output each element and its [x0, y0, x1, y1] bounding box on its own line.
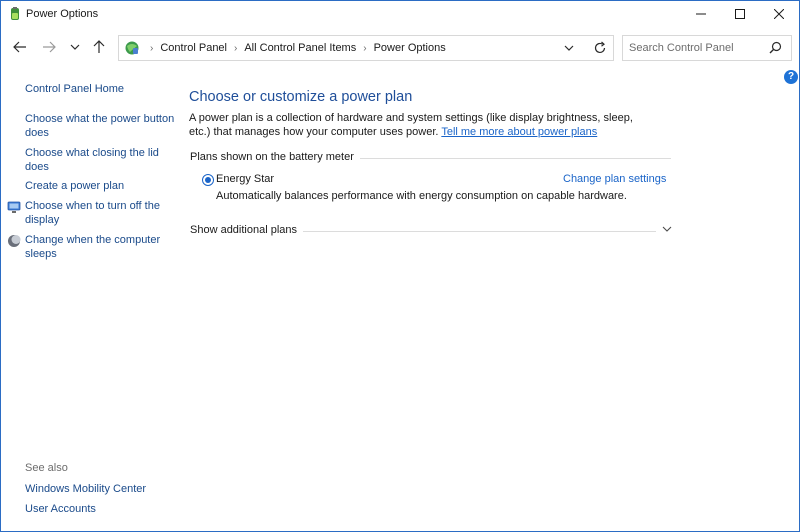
arrow-right-icon [43, 41, 56, 53]
page-title: Choose or customize a power plan [189, 89, 413, 105]
breadcrumb-separator-icon[interactable]: › [363, 43, 366, 54]
address-bar[interactable]: › Control Panel › All Control Panel Item… [118, 35, 614, 61]
power-options-icon [11, 7, 19, 20]
plan-description: Automatically balances performance with … [216, 190, 627, 202]
computer-sleeps-link[interactable]: Change when the computer sleeps [25, 234, 175, 261]
create-power-plan-link[interactable]: Create a power plan [25, 180, 175, 194]
breadcrumb-all-items[interactable]: All Control Panel Items [244, 42, 356, 54]
help-icon[interactable]: ? [784, 70, 798, 84]
minimize-button[interactable] [683, 1, 718, 27]
user-accounts-link[interactable]: User Accounts [25, 503, 96, 517]
arrow-up-icon [93, 40, 105, 53]
plans-group-header: Plans shown on the battery meter [190, 151, 671, 165]
forward-button[interactable] [38, 36, 60, 58]
back-button[interactable] [9, 36, 31, 58]
page-description: A power plan is a collection of hardware… [189, 111, 649, 139]
mobility-center-link[interactable]: Windows Mobility Center [25, 483, 146, 497]
search-icon[interactable] [769, 41, 782, 54]
maximize-icon [734, 9, 745, 19]
close-button[interactable] [761, 1, 796, 27]
power-options-window: Power Options › Control Panel › All Cont… [0, 0, 800, 532]
see-also-heading: See also [25, 462, 68, 474]
additional-plans-label[interactable]: Show additional plans [190, 224, 304, 236]
chevron-down-icon [70, 44, 80, 50]
minimize-icon [695, 13, 706, 15]
breadcrumb: › Control Panel › All Control Panel Item… [143, 42, 446, 54]
sleep-moon-icon [8, 235, 21, 247]
learn-more-link[interactable]: Tell me more about power plans [441, 126, 597, 138]
left-pane: Control Panel Home Choose what the power… [1, 67, 179, 531]
closing-lid-link[interactable]: Choose what closing the lid does [25, 147, 175, 174]
plan-name[interactable]: Energy Star [216, 173, 274, 185]
power-button-link[interactable]: Choose what the power button does [25, 113, 175, 140]
change-plan-settings-link[interactable]: Change plan settings [563, 173, 666, 185]
breadcrumb-separator-icon: › [150, 42, 154, 54]
search-box[interactable] [622, 35, 792, 61]
arrow-left-icon [13, 41, 26, 53]
recent-locations-button[interactable] [64, 36, 86, 58]
chevron-down-icon[interactable] [662, 226, 672, 232]
refresh-icon[interactable] [593, 41, 607, 55]
plans-group-label: Plans shown on the battery meter [190, 151, 360, 163]
turn-off-display-link[interactable]: Choose when to turn off the display [25, 200, 175, 227]
title-bar: Power Options [1, 1, 799, 27]
window-title: Power Options [26, 8, 99, 20]
breadcrumb-separator-icon[interactable]: › [234, 43, 237, 54]
show-additional-plans-toggle[interactable]: Show additional plans [190, 224, 673, 238]
breadcrumb-control-panel[interactable]: Control Panel [160, 42, 227, 54]
control-panel-home-link[interactable]: Control Panel Home [25, 83, 124, 97]
maximize-button[interactable] [722, 1, 757, 27]
energy-star-radio[interactable] [202, 174, 214, 186]
close-icon [773, 9, 784, 19]
control-panel-icon [125, 41, 139, 55]
up-button[interactable] [88, 36, 110, 58]
navigation-bar: › Control Panel › All Control Panel Item… [1, 30, 799, 66]
display-icon [7, 201, 21, 213]
address-dropdown-icon[interactable] [564, 43, 574, 53]
search-input[interactable] [623, 36, 763, 60]
breadcrumb-power-options[interactable]: Power Options [374, 42, 446, 54]
